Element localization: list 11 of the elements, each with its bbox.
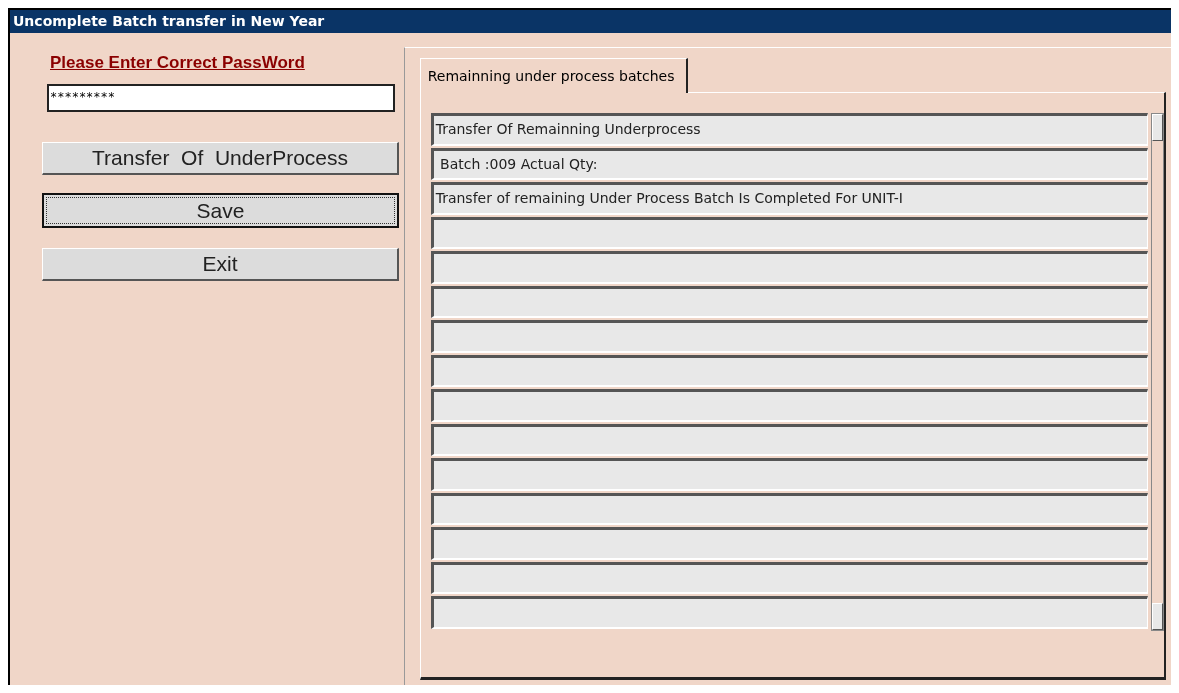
message-row: Transfer of remaining Under Process Batch Is Completed For UNIT-I xyxy=(430,182,1148,215)
message-row: Transfer Of Remainning Underprocess xyxy=(430,113,1148,146)
action-button[interactable]: Exit xyxy=(42,248,399,281)
password-label: Please Enter Correct PassWord xyxy=(50,53,305,73)
window-title: Uncomplete Batch transfer in New Year xyxy=(10,10,1171,33)
action-button[interactable]: Save xyxy=(42,193,399,228)
password-field[interactable]: ********* xyxy=(47,84,395,112)
tab[interactable]: Remainning under process batches xyxy=(419,58,689,93)
scrollbar[interactable] xyxy=(1150,113,1164,631)
action-button[interactable]: Transfer Of UnderProcess xyxy=(42,142,399,175)
message-row: Batch :009 Actual Qty: xyxy=(430,147,1148,180)
